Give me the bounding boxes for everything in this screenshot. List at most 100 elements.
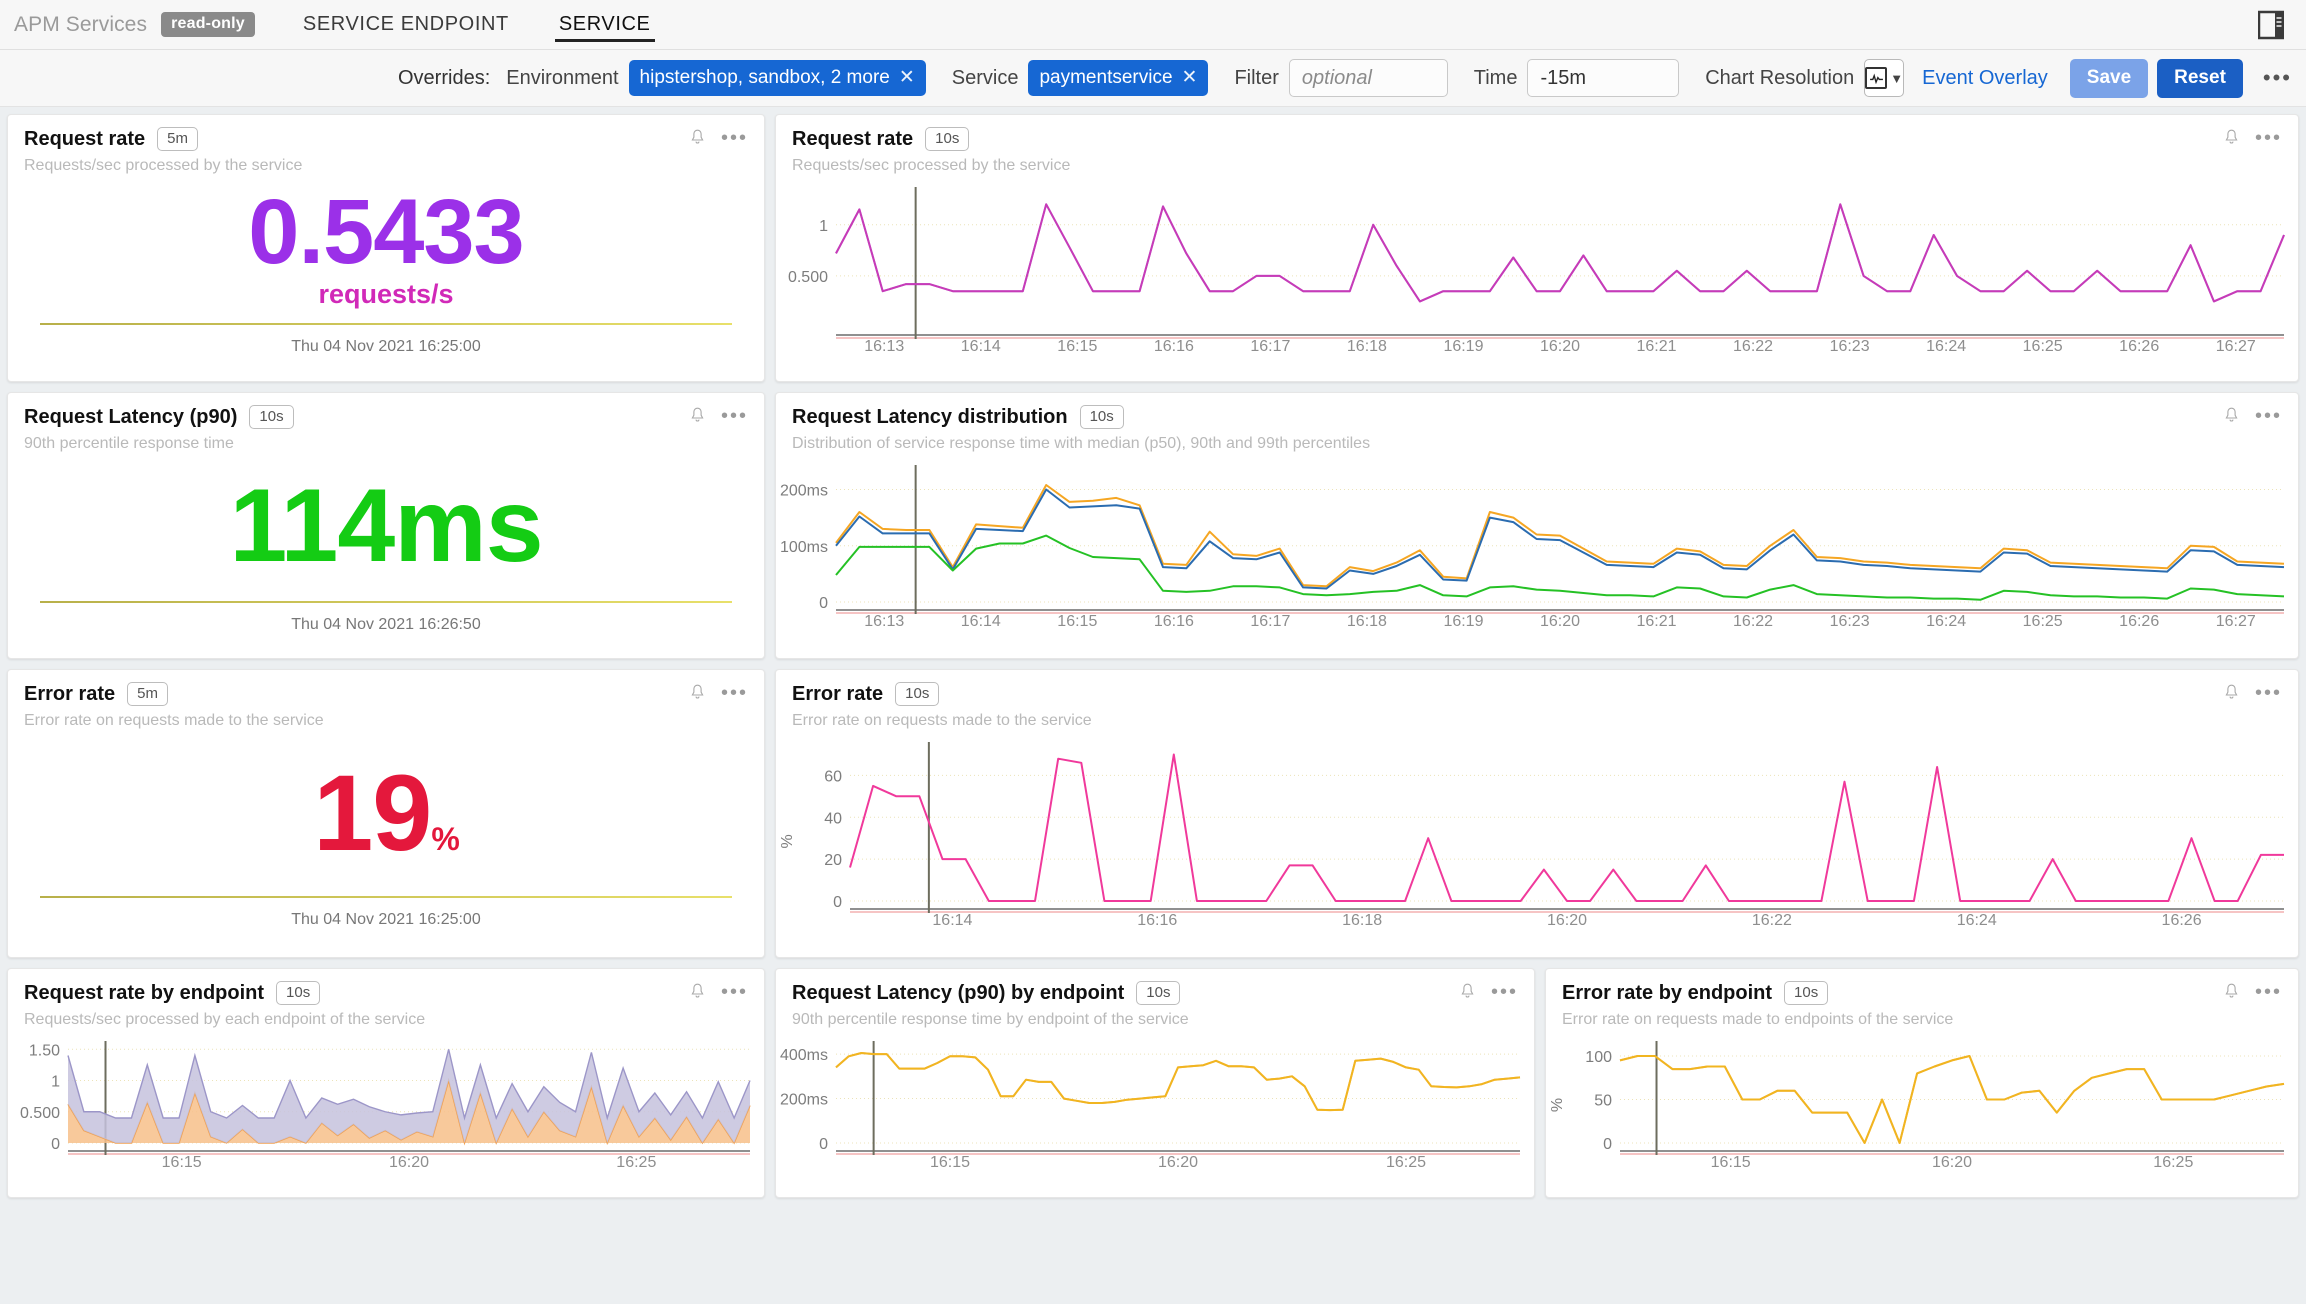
chart-resolution-label: Chart Resolution bbox=[1705, 66, 1855, 89]
svg-text:16:25: 16:25 bbox=[1386, 1154, 1426, 1171]
chart-request-rate-by-endpoint[interactable]: 0 0.500 1 1.50 16:15 16:20 16:25 bbox=[8, 1029, 764, 1177]
ellipsis-icon[interactable]: ••• bbox=[721, 982, 748, 1002]
panel-subtitle: Error rate on requests made to endpoints… bbox=[1562, 1011, 1954, 1028]
ellipsis-icon[interactable]: ••• bbox=[721, 406, 748, 426]
svg-text:0.500: 0.500 bbox=[788, 269, 828, 286]
ellipsis-icon[interactable]: ••• bbox=[2255, 982, 2282, 1002]
svg-text:400ms: 400ms bbox=[780, 1047, 828, 1064]
resolution-badge[interactable]: 5m bbox=[127, 682, 168, 706]
bell-icon[interactable] bbox=[690, 684, 705, 701]
svg-text:16:20: 16:20 bbox=[1540, 613, 1580, 630]
svg-text:100: 100 bbox=[1585, 1049, 1612, 1066]
tab-service[interactable]: SERVICE bbox=[554, 0, 655, 49]
panel-error-rate-value[interactable]: Error rate 5m Error rate on requests mad… bbox=[7, 669, 765, 958]
metric-unit: requests/s bbox=[318, 278, 454, 309]
service-chip-label: paymentservice bbox=[1039, 66, 1173, 88]
close-icon[interactable]: ✕ bbox=[899, 66, 915, 89]
ellipsis-icon[interactable]: ••• bbox=[2255, 128, 2282, 148]
reset-button[interactable]: Reset bbox=[2157, 58, 2243, 98]
resolution-badge[interactable]: 5m bbox=[157, 127, 198, 151]
panel-request-latency-value[interactable]: Request Latency (p90) 10s 90th percentil… bbox=[7, 392, 765, 659]
panel-error-rate-by-endpoint[interactable]: Error rate by endpoint 10s Error rate on… bbox=[1545, 968, 2299, 1198]
bell-icon[interactable] bbox=[2224, 129, 2239, 146]
close-icon[interactable]: ✕ bbox=[1182, 66, 1198, 89]
panel-subtitle: Requests/sec processed by the service bbox=[792, 157, 1071, 174]
filter-input[interactable]: optional bbox=[1288, 59, 1448, 97]
sidebar-panel-icon[interactable] bbox=[2257, 10, 2285, 40]
panel-subtitle: Distribution of service response time wi… bbox=[792, 435, 1371, 452]
resolution-badge[interactable]: 10s bbox=[1784, 981, 1829, 1005]
panel-title: Request Latency (p90) bbox=[24, 405, 238, 428]
svg-text:16:16: 16:16 bbox=[1137, 912, 1177, 929]
bell-icon[interactable] bbox=[690, 407, 705, 424]
service-chip[interactable]: paymentservice ✕ bbox=[1028, 60, 1209, 96]
bell-icon[interactable] bbox=[690, 983, 705, 1000]
chart-latency-distribution[interactable]: 0 100ms 200ms 16:13 16:14 16:15 16:16 16:17 16:1… bbox=[776, 453, 2298, 636]
panel-request-rate-value[interactable]: Request rate 5m Requests/sec processed b… bbox=[7, 114, 765, 382]
chart-request-rate[interactable]: 0.500 1 16:13 16:14 16:15 16:16 16:17 16:18 16:1… bbox=[776, 175, 2298, 361]
breadcrumb[interactable]: APM Services bbox=[14, 13, 147, 37]
svg-text:0: 0 bbox=[51, 1136, 60, 1153]
svg-text:16:15: 16:15 bbox=[162, 1154, 202, 1171]
svg-text:16:15: 16:15 bbox=[1711, 1154, 1751, 1171]
environment-chip[interactable]: hipstershop, sandbox, 2 more ✕ bbox=[628, 60, 926, 96]
ellipsis-icon[interactable]: ••• bbox=[721, 128, 748, 148]
ellipsis-icon[interactable]: ••• bbox=[2255, 406, 2282, 426]
chart-latency-by-endpoint[interactable]: 0 200ms 400ms 16:15 16:20 16:25 bbox=[776, 1029, 1534, 1177]
svg-text:16:25: 16:25 bbox=[616, 1154, 656, 1171]
panel-latency-distribution-chart[interactable]: Request Latency distribution 10s Distrib… bbox=[775, 392, 2299, 659]
dashboard-row: Request Latency (p90) 10s 90th percentil… bbox=[7, 392, 2299, 659]
svg-text:16:16: 16:16 bbox=[1154, 338, 1194, 355]
resolution-badge[interactable]: 10s bbox=[249, 405, 294, 429]
resolution-badge[interactable]: 10s bbox=[925, 127, 970, 151]
panel-title: Error rate by endpoint bbox=[1562, 981, 1773, 1004]
bell-icon[interactable] bbox=[2224, 684, 2239, 701]
bell-icon[interactable] bbox=[1460, 983, 1475, 1000]
svg-text:20: 20 bbox=[824, 852, 842, 869]
svg-text:16:15: 16:15 bbox=[1057, 613, 1097, 630]
svg-text:16:26: 16:26 bbox=[2162, 912, 2202, 929]
event-overlay-button[interactable]: Event Overlay bbox=[1922, 67, 2048, 90]
svg-text:0: 0 bbox=[1603, 1136, 1612, 1153]
chart-error-rate-by-endpoint[interactable]: 0 50 100% 16:15 16:20 16:25 bbox=[1546, 1029, 2298, 1177]
ellipsis-icon[interactable]: ••• bbox=[1491, 982, 1518, 1002]
resolution-badge[interactable]: 10s bbox=[276, 981, 321, 1005]
save-button[interactable]: Save bbox=[2069, 58, 2149, 98]
svg-text:16:16: 16:16 bbox=[1154, 613, 1194, 630]
big-value-display: 0.5433 requests/s bbox=[8, 175, 764, 323]
service-label: Service bbox=[951, 66, 1019, 89]
bell-icon[interactable] bbox=[2224, 407, 2239, 424]
svg-text:16:27: 16:27 bbox=[2216, 613, 2256, 630]
ellipsis-icon[interactable]: ••• bbox=[2255, 683, 2282, 703]
time-input[interactable]: -15m bbox=[1527, 59, 1680, 97]
main-tabs: SERVICE ENDPOINT SERVICE bbox=[299, 0, 697, 49]
panel-header: Request rate by endpoint 10s Requests/se… bbox=[8, 969, 764, 1029]
panel-title: Request rate by endpoint bbox=[24, 981, 265, 1004]
panel-request-rate-chart[interactable]: Request rate 10s Requests/sec processed … bbox=[775, 114, 2299, 382]
panel-error-rate-chart[interactable]: Error rate 10s Error rate on requests ma… bbox=[775, 669, 2299, 958]
bell-icon[interactable] bbox=[690, 129, 705, 146]
panel-header: Error rate 10s Error rate on requests ma… bbox=[776, 670, 2298, 730]
panel-header: Request rate 5m Requests/sec processed b… bbox=[8, 115, 764, 175]
panel-header: Error rate 5m Error rate on requests mad… bbox=[8, 670, 764, 730]
svg-text:200ms: 200ms bbox=[780, 1092, 828, 1109]
tab-service-endpoint[interactable]: SERVICE ENDPOINT bbox=[299, 0, 513, 49]
bell-icon[interactable] bbox=[2224, 983, 2239, 1000]
svg-text:16:20: 16:20 bbox=[1540, 338, 1580, 355]
resolution-badge[interactable]: 10s bbox=[1136, 981, 1181, 1005]
resolution-badge[interactable]: 10s bbox=[895, 682, 940, 706]
ellipsis-icon[interactable]: ••• bbox=[721, 683, 748, 703]
panel-header: Request Latency (p90) by endpoint 10s 90… bbox=[776, 969, 1534, 1029]
chart-error-rate[interactable]: 0 20 40 60% 16:14 16:16 16:18 16:20 16:22 16:24 16… bbox=[776, 730, 2298, 935]
panel-latency-by-endpoint[interactable]: Request Latency (p90) by endpoint 10s 90… bbox=[775, 968, 1535, 1198]
svg-text:100ms: 100ms bbox=[780, 539, 828, 556]
panel-subtitle: Error rate on requests made to the servi… bbox=[24, 712, 324, 729]
svg-text:16:20: 16:20 bbox=[1932, 1154, 1972, 1171]
resolution-badge[interactable]: 10s bbox=[1079, 405, 1124, 429]
svg-text:%: % bbox=[779, 834, 796, 848]
ellipsis-icon[interactable]: ••• bbox=[2263, 67, 2292, 89]
svg-text:16:17: 16:17 bbox=[1250, 338, 1290, 355]
filter-label: Filter bbox=[1234, 66, 1279, 89]
chart-resolution-dropdown[interactable]: ▼ bbox=[1864, 59, 1905, 97]
panel-request-rate-by-endpoint[interactable]: Request rate by endpoint 10s Requests/se… bbox=[7, 968, 765, 1198]
